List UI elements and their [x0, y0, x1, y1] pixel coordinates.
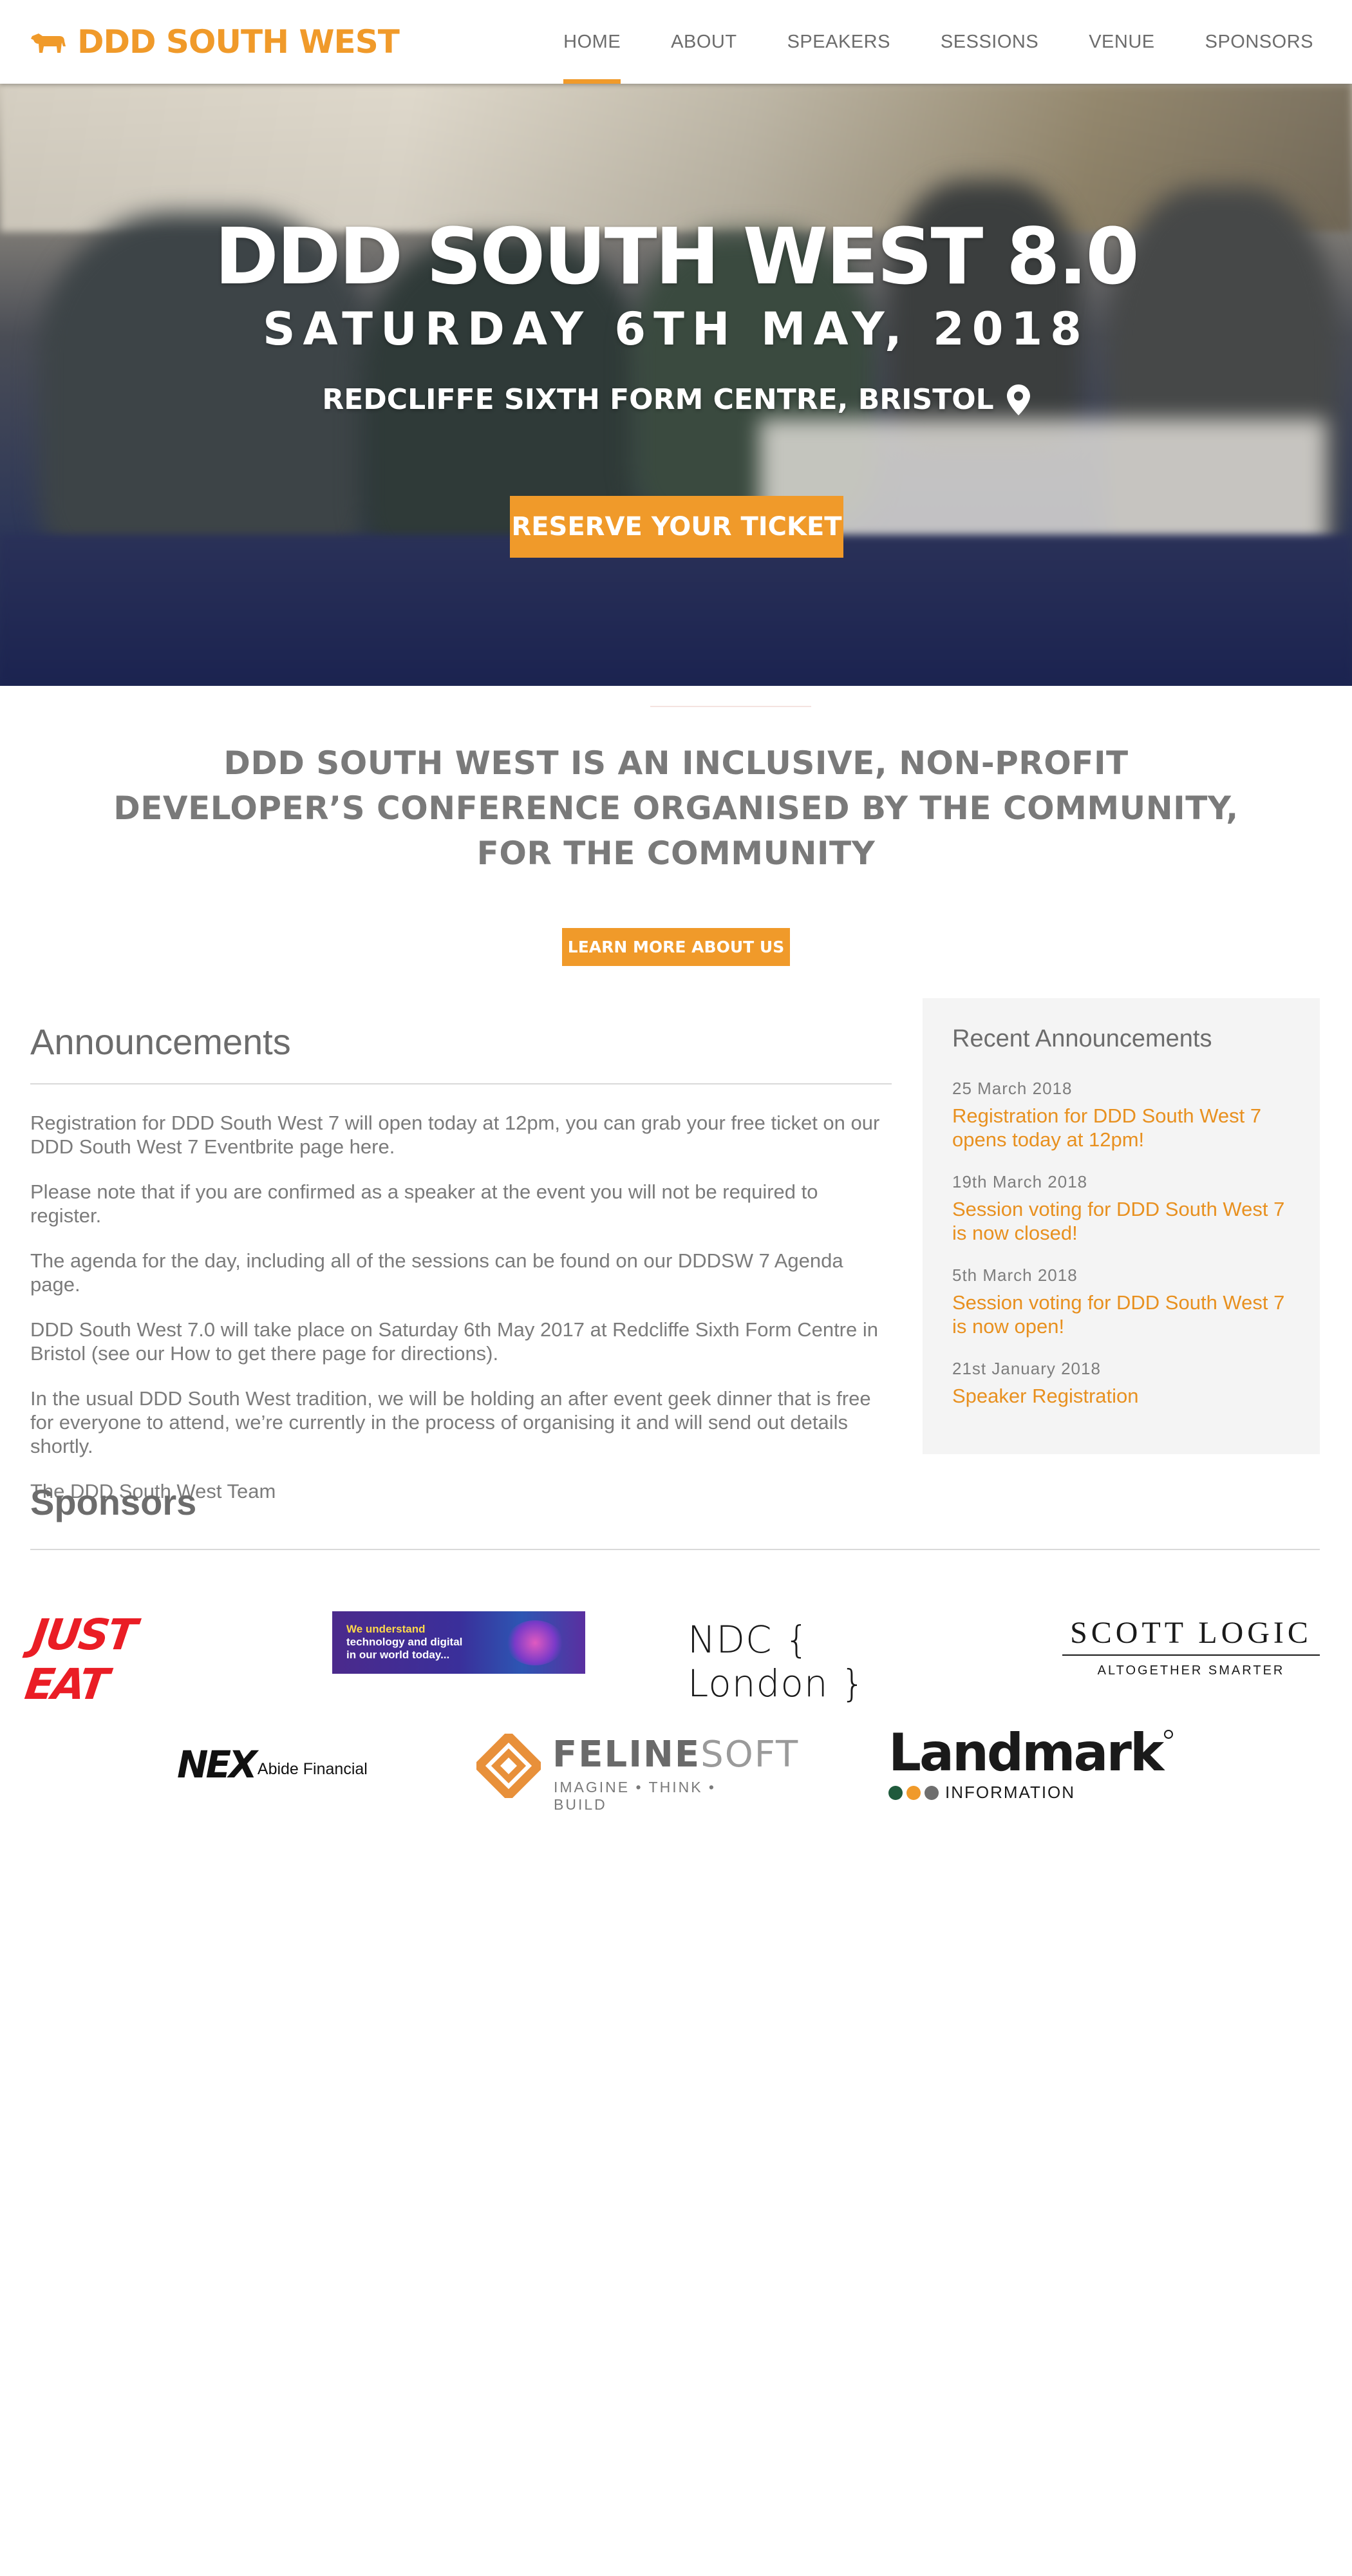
sponsor-banner-ad[interactable]: We understand technology and digital in …: [332, 1611, 585, 1674]
banner-text-line: in our world today...: [346, 1649, 450, 1661]
map-pin-icon[interactable]: [1006, 384, 1030, 415]
scott-logic-wordmark: SCOTT LOGIC: [1070, 1616, 1312, 1650]
section-divider: [650, 706, 811, 707]
recent-announcements-panel: Recent Announcements 25 March 2018 Regis…: [923, 998, 1320, 1454]
recent-announcement-date: 25 March 2018: [952, 1079, 1073, 1098]
announcement-paragraph: Please note that if you are confirmed as…: [30, 1180, 818, 1227]
hero-title: DDD SOUTH WEST 8.0: [214, 213, 1140, 302]
felinesoft-wordmark-bold: FELINE: [552, 1734, 701, 1776]
felinesoft-tagline: IMAGINE • THINK • BUILD: [554, 1779, 716, 1813]
felinesoft-wordmark-light: SOFT: [700, 1734, 800, 1776]
announcement-paragraph: The agenda for the day, including all of…: [30, 1249, 843, 1296]
recent-announcement-date: 5th March 2018: [952, 1265, 1078, 1285]
ndc-wordmark: NDC { London }: [688, 1618, 865, 1705]
recent-announcement-item: 19th March 2018 Session voting for DDD S…: [952, 1172, 1290, 1245]
sponsors-divider: [30, 1549, 1320, 1550]
brand-name: DDD SOUTH WEST: [77, 23, 400, 61]
announcements-body: Registration for DDD South West 7 will o…: [30, 1111, 893, 1524]
hero-venue-text: REDCLIFFE SIXTH FORM CENTRE, BRISTOL: [322, 383, 994, 416]
landmark-subtext: INFORMATION: [945, 1783, 1076, 1802]
sponsor-scott-logic-logo[interactable]: SCOTT LOGIC ALTOGETHER SMARTER: [1062, 1615, 1320, 1686]
banner-text-line: We understand: [346, 1623, 426, 1635]
nex-wordmark: NEX: [177, 1743, 258, 1786]
sponsor-ndc-london-logo[interactable]: NDC { London }: [688, 1618, 958, 1705]
recent-announcement-item: 5th March 2018 Session voting for DDD So…: [952, 1265, 1290, 1338]
banner-graphic: [506, 1620, 564, 1665]
announcements-divider: [30, 1083, 892, 1084]
intro-statement: DDD SOUTH WEST IS AN INCLUSIVE, NON-PROF…: [113, 744, 1239, 872]
recent-announcement-link[interactable]: Session voting for DDD South West 7 is n…: [952, 1291, 1284, 1338]
site-logo[interactable]: DDD SOUTH WEST: [30, 23, 400, 61]
nav-menu: HOME ABOUT SPEAKERS SESSIONS VENUE SPONS…: [513, 0, 1313, 84]
nav-venue[interactable]: VENUE: [1089, 0, 1154, 84]
recent-announcement-item: 25 March 2018 Registration for DDD South…: [952, 1079, 1290, 1151]
recent-announcement-link[interactable]: Registration for DDD South West 7 opens …: [952, 1104, 1261, 1151]
landmark-registered-mark: [1164, 1730, 1173, 1739]
sponsor-landmark-logo[interactable]: Landmark INFORMATION: [888, 1726, 1185, 1803]
reserve-ticket-button[interactable]: RESERVE YOUR TICKET: [510, 496, 843, 558]
top-navigation: DDD SOUTH WEST HOME ABOUT SPEAKERS SESSI…: [0, 0, 1352, 84]
announcement-paragraph: In the usual DDD South West tradition, w…: [30, 1387, 871, 1457]
sponsor-felinesoft-logo[interactable]: FELINESOFT IMAGINE • THINK • BUILD: [476, 1732, 798, 1813]
nav-sponsors[interactable]: SPONSORS: [1205, 0, 1313, 84]
scott-logic-tagline: ALTOGETHER SMARTER: [1097, 1663, 1285, 1678]
nav-home[interactable]: HOME: [563, 0, 621, 84]
recent-announcement-item: 21st January 2018 Speaker Registration: [952, 1359, 1290, 1408]
landmark-dot-icon: [906, 1785, 921, 1800]
landmark-subline: INFORMATION: [888, 1783, 1185, 1803]
felinesoft-diamond-icon: [476, 1734, 541, 1798]
recent-announcements-heading: Recent Announcements: [952, 1025, 1212, 1052]
recent-announcement-link[interactable]: Session voting for DDD South West 7 is n…: [952, 1198, 1284, 1244]
recent-announcement-date: 21st January 2018: [952, 1359, 1101, 1378]
nav-sessions[interactable]: SESSIONS: [941, 0, 1038, 84]
learn-more-button[interactable]: LEARN MORE ABOUT US: [562, 928, 790, 966]
landmark-dot-icon: [925, 1785, 939, 1800]
felinesoft-wordmark: FELINESOFT: [552, 1734, 799, 1776]
just-eat-wordmark: JUST EAT: [22, 1610, 138, 1709]
recent-announcement-date: 19th March 2018: [952, 1172, 1088, 1191]
hero-banner: DDD SOUTH WEST 8.0 SATURDAY 6TH MAY, 201…: [0, 84, 1352, 686]
nav-speakers[interactable]: SPEAKERS: [787, 0, 890, 84]
nav-about[interactable]: ABOUT: [671, 0, 737, 84]
sponsor-nex-logo[interactable]: NEX Abide Financial: [177, 1742, 370, 1787]
recent-announcement-link[interactable]: Speaker Registration: [952, 1385, 1139, 1407]
announcement-paragraph: DDD South West 7.0 will take place on Sa…: [30, 1318, 878, 1365]
sponsors-heading: Sponsors: [30, 1482, 197, 1522]
scott-logic-rule: [1062, 1654, 1320, 1656]
hero-date: SATURDAY 6TH MAY, 2018: [263, 303, 1089, 355]
landmark-dot-icon: [888, 1785, 903, 1800]
landmark-wordmark: Landmark: [888, 1723, 1164, 1783]
hero-background-ceiling: [0, 84, 1352, 232]
banner-text: We understand technology and digital in …: [346, 1623, 462, 1662]
announcement-paragraph: Registration for DDD South West 7 will o…: [30, 1112, 880, 1158]
announcements-heading: Announcements: [30, 1021, 291, 1062]
hero-venue: REDCLIFFE SIXTH FORM CENTRE, BRISTOL: [0, 383, 1352, 416]
nex-subtext: Abide Financial: [257, 1759, 368, 1778]
sponsor-just-eat-logo[interactable]: JUST EAT: [22, 1610, 222, 1709]
banner-text-line: technology and digital: [346, 1636, 463, 1648]
cow-icon: [31, 33, 66, 53]
